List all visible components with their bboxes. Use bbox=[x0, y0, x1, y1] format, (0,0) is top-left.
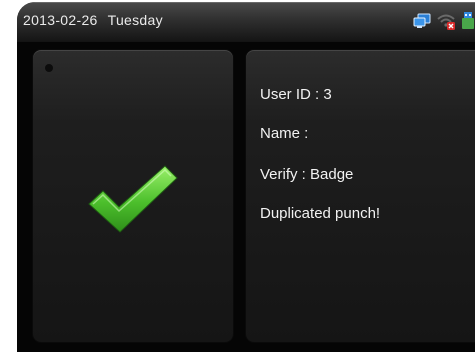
device-screen: 2013-02-26 Tuesday User ID: 3 Name: Ve… bbox=[17, 2, 475, 352]
verify-text: Verify : Badge bbox=[260, 166, 354, 183]
check-mark-icon bbox=[88, 165, 178, 233]
status-bar: 2013-02-26 Tuesday bbox=[17, 2, 475, 42]
result-panel bbox=[33, 50, 233, 342]
status-icons bbox=[413, 8, 475, 34]
wifi-disconnected-icon bbox=[437, 14, 455, 30]
user-id-text: User ID : 3 bbox=[260, 86, 332, 103]
info-panel: User ID : 3 Name : Verify : Badge Duplic… bbox=[246, 50, 475, 342]
status-date: 2013-02-26 bbox=[23, 12, 98, 28]
name-text: Name : bbox=[260, 125, 309, 142]
status-datetime: 2013-02-26 Tuesday bbox=[23, 12, 173, 28]
status-weekday: Tuesday bbox=[107, 12, 163, 28]
message-text: Duplicated punch! bbox=[260, 205, 381, 222]
panel-indicator-dot bbox=[45, 64, 53, 72]
network-icon bbox=[413, 13, 431, 28]
usb-icon bbox=[462, 12, 474, 29]
